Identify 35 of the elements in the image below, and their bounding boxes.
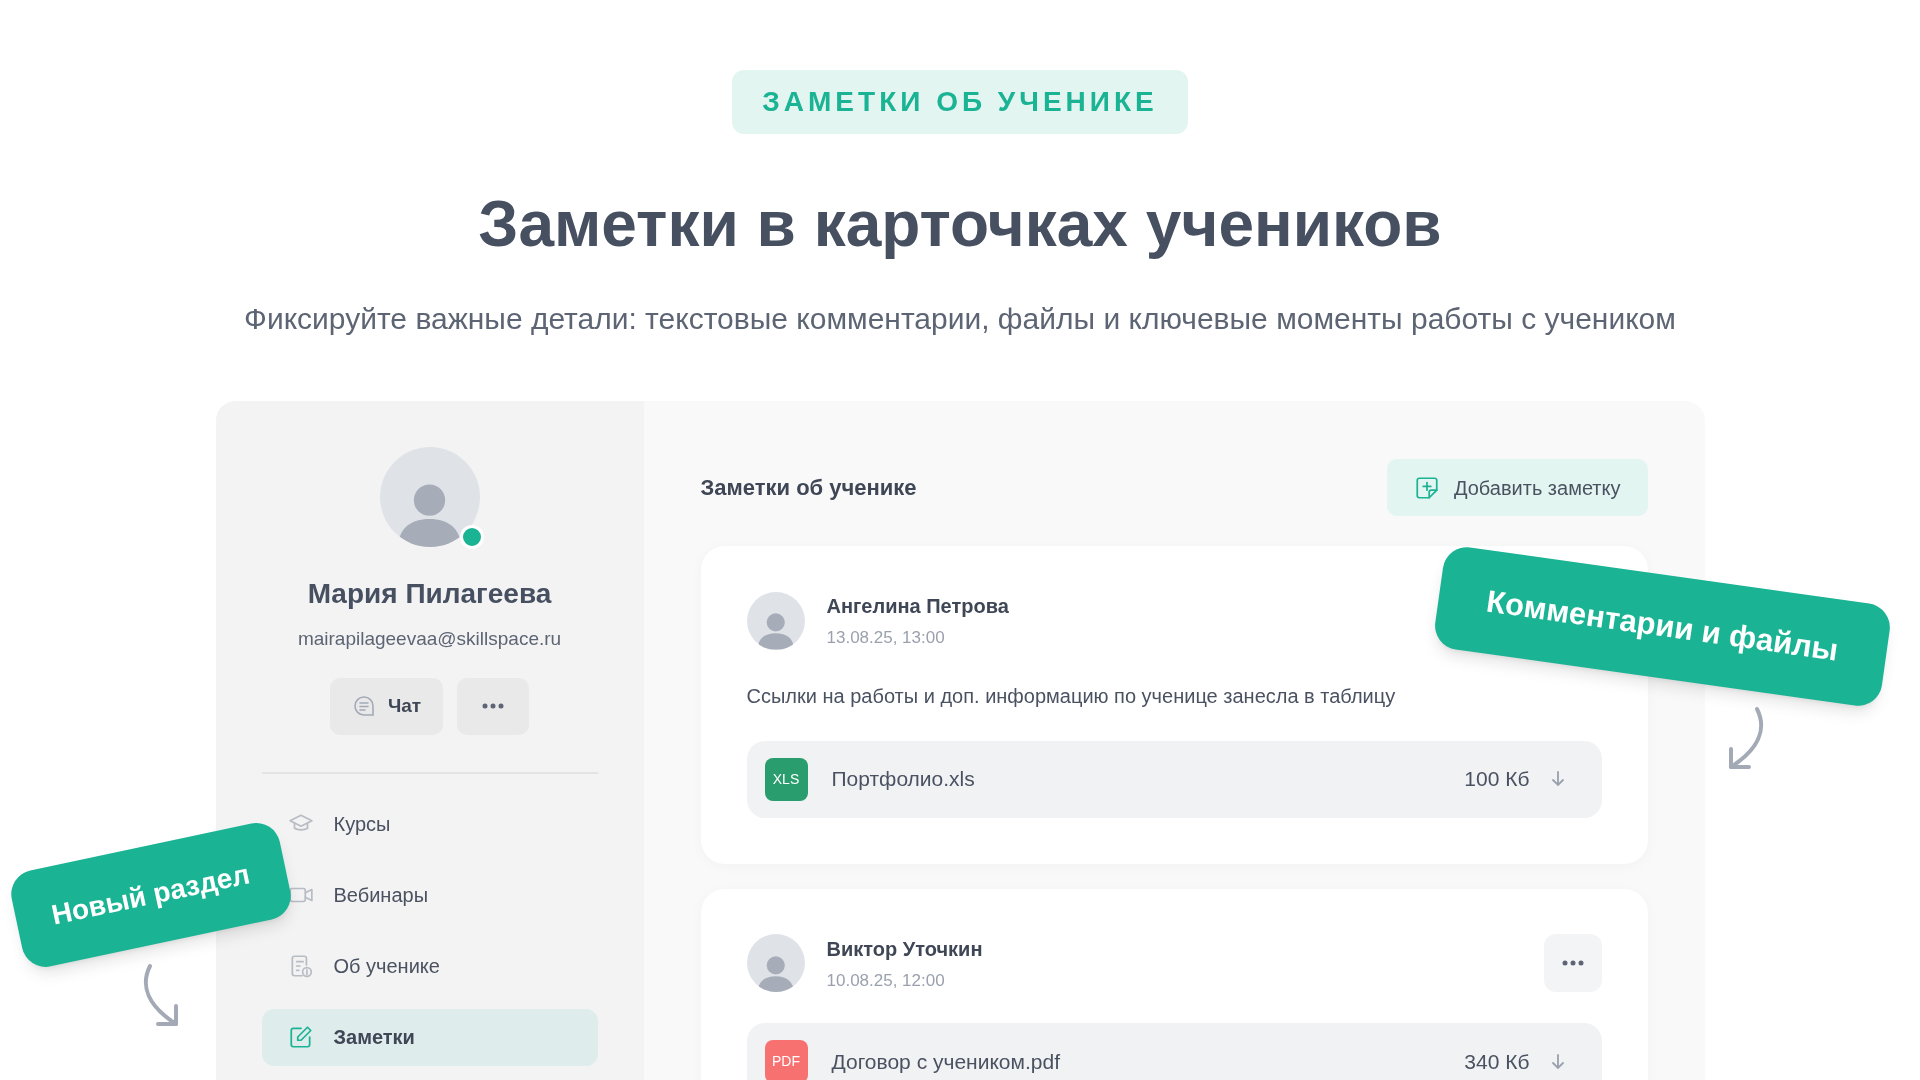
chat-button[interactable]: Чат [329,677,444,735]
note-text: Ссылки на работы и доп. информацию по ученице занесла в таблицу [746,683,1397,709]
file-attachment[interactable]: XLS Портфолио.xls 100 Кб [746,740,1602,818]
page-title: Заметки в карточках учеников [478,187,1442,262]
more-button[interactable] [1543,934,1602,993]
section-badge: ЗАМЕТКИ ОБ УЧЕНИКЕ [732,70,1188,134]
sidebar-item-label: Об ученике [333,954,440,979]
download-icon[interactable] [1549,1052,1566,1071]
student-name: Мария Пилагеева [307,577,552,611]
sidebar-item-label: Курсы [333,812,391,837]
add-note-icon [1413,474,1440,501]
page-subtitle: Фиксируйте важные детали: текстовые комментарии, файлы и ключевые моменты работы с учеником [244,301,1676,337]
file-size: 100 Кб [1464,766,1530,793]
author-name: Виктор Уточкин [826,936,983,962]
file-name: Договор с учеником.pdf [831,1048,1060,1075]
file-type-badge: PDF [764,1040,808,1080]
file-size: 340 Кб [1464,1048,1530,1075]
more-icon [1561,960,1584,967]
note-date: 13.08.25, 13:00 [826,627,946,649]
file-attachment[interactable]: PDF Договор с учеником.pdf 340 Кб [746,1023,1602,1080]
add-note-button[interactable]: Добавить заметку [1386,459,1648,516]
download-icon[interactable] [1549,770,1566,788]
file-name: Портфолио.xls [831,766,975,793]
notes-heading: Заметки об ученике [700,474,917,502]
file-type-badge: XLS [764,757,808,801]
chat-icon [351,694,376,718]
note-date: 10.08.25, 12:00 [826,969,946,992]
sidebar-item-label: Заметки [333,1025,415,1050]
sidebar-item[interactable]: Заметки [261,1008,598,1066]
sidebar-item-label: Вебинары [333,883,429,908]
more-icon [482,703,505,709]
more-button[interactable] [457,677,530,735]
edit-note-icon [287,1024,314,1050]
author-name: Ангелина Петрова [826,594,1009,619]
student-email: mairapilageevaa@skillspace.ru [297,627,562,651]
